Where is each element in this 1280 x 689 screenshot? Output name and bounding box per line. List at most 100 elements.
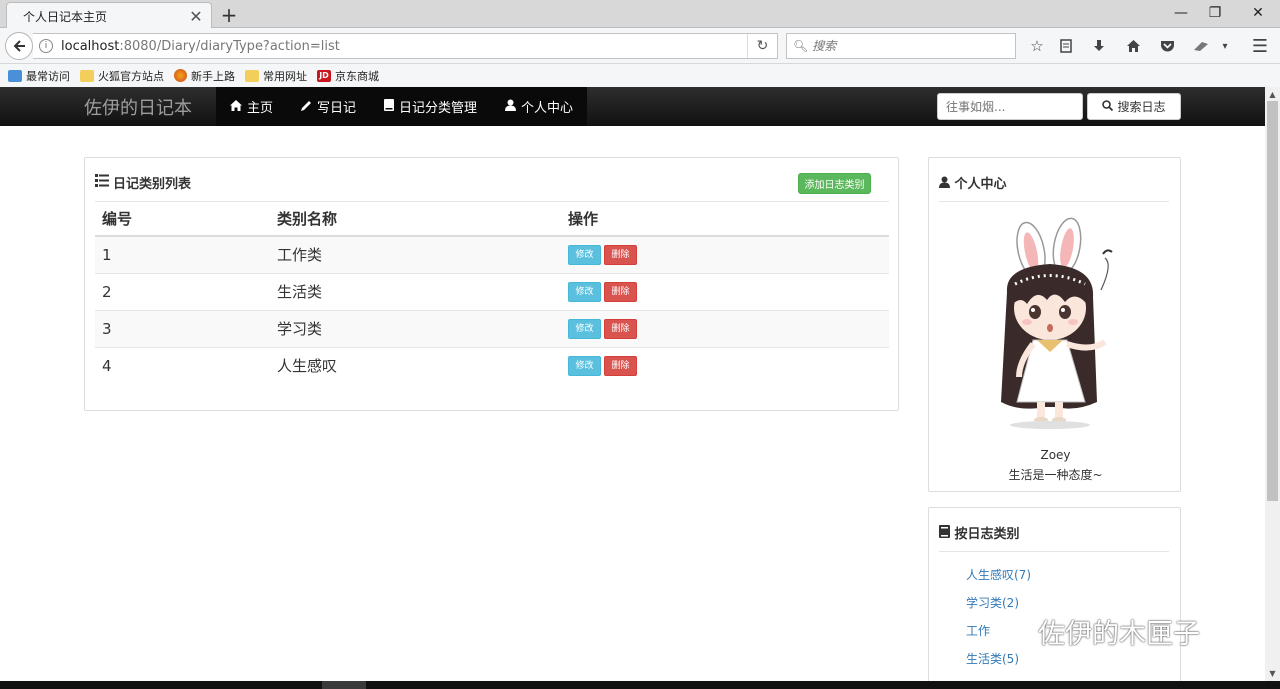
nav-label: 日记分类管理: [399, 101, 478, 116]
bookmark-label: 京东商城: [335, 69, 379, 83]
home-icon[interactable]: [1122, 36, 1144, 56]
scroll-down-arrow-icon[interactable]: ▼: [1265, 666, 1280, 681]
profile-nickname: Zoey: [1040, 448, 1071, 462]
diary-type-panel: 按日志类别 人生感叹(7) 学习类(2) 工作 生活类(5): [928, 507, 1181, 687]
extension-icon[interactable]: [1190, 36, 1212, 56]
search-button-label: 搜索日志: [1117, 100, 1166, 114]
diary-search-button[interactable]: 搜索日志: [1087, 93, 1181, 120]
site-navbar: 佐伊的日记本 主页 写日记 日记分类管理 个人中心 往事如烟... 搜索日志: [0, 87, 1265, 126]
category-name: 生活类: [270, 272, 561, 310]
bookmarks-bar: 最常访问 火狐官方站点 新手上路 常用网址 JD 京东商城: [0, 64, 1280, 87]
search-icon: [1102, 99, 1114, 114]
page-scrollbar[interactable]: ▲ ▼: [1265, 87, 1280, 681]
category-id: 4: [95, 346, 270, 384]
category-table: 编号 类别名称 操作 1 工作类 修改 删除 2 生活类 修改 删除 3 学习类…: [95, 202, 889, 384]
dropdown-arrow-icon[interactable]: ▾: [1214, 36, 1236, 56]
panel-title: 日记类别列表: [95, 173, 191, 192]
edit-button[interactable]: 修改: [568, 244, 601, 265]
delete-button[interactable]: 删除: [604, 355, 637, 376]
profile-title-text: 个人中心: [954, 177, 1007, 192]
browser-search-box[interactable]: 🔍︎: [786, 33, 1016, 59]
close-tab-icon[interactable]: ✕: [189, 7, 203, 26]
bookmark-item[interactable]: 新手上路: [174, 68, 235, 84]
category-name: 人生感叹: [270, 346, 561, 384]
url-host: localhost: [61, 38, 120, 54]
divider: [939, 551, 1169, 552]
nav-menu: 主页 写日记 日记分类管理 个人中心: [216, 87, 588, 126]
delete-button[interactable]: 删除: [604, 281, 637, 302]
divider: [939, 201, 1169, 202]
category-id: 2: [95, 272, 270, 310]
avatar: [955, 212, 1155, 444]
category-id: 3: [95, 309, 270, 347]
jd-icon: JD: [317, 69, 331, 82]
nav-label: 个人中心: [521, 101, 574, 116]
scroll-up-arrow-icon[interactable]: ▲: [1265, 87, 1280, 102]
column-header: 编号: [95, 202, 270, 237]
category-name: 工作类: [270, 235, 561, 273]
user-icon: [505, 99, 517, 114]
table-header-row: 编号 类别名称 操作: [95, 202, 889, 237]
new-tab-icon[interactable]: +: [218, 3, 240, 27]
menu-icon[interactable]: ☰: [1249, 36, 1271, 57]
wechat-icon: [992, 615, 1032, 649]
table-row: 1 工作类 修改 删除: [95, 235, 889, 273]
delete-button[interactable]: 删除: [604, 318, 637, 339]
nav-item-write[interactable]: 写日记: [287, 87, 370, 126]
reload-icon[interactable]: ↻: [747, 34, 777, 58]
bookmark-item[interactable]: 最常访问: [8, 68, 70, 84]
edit-button[interactable]: 修改: [568, 318, 601, 339]
restore-icon[interactable]: ❐: [1200, 5, 1230, 21]
list-icon: [95, 174, 109, 191]
bookmark-item[interactable]: 火狐官方站点: [80, 68, 164, 84]
frequent-sites-icon: [8, 69, 22, 82]
scroll-thumb[interactable]: [1267, 101, 1278, 501]
nav-item-home[interactable]: 主页: [216, 87, 287, 126]
browser-tab-strip: 个人日记本主页 ✕ + — ❐ ✕: [0, 0, 1280, 29]
firefox-icon: [174, 69, 187, 82]
add-category-button[interactable]: 添加日志类别: [798, 173, 871, 194]
reading-list-icon[interactable]: [1055, 36, 1077, 56]
pencil-icon: [301, 100, 312, 114]
download-icon[interactable]: [1088, 36, 1110, 56]
minimize-icon[interactable]: —: [1166, 5, 1196, 21]
back-arrow-icon[interactable]: [5, 32, 33, 60]
browser-search-input[interactable]: [812, 39, 1003, 53]
search-icon: 🔍︎: [793, 39, 809, 53]
site-info-icon[interactable]: i: [39, 39, 53, 53]
book-icon: [384, 99, 395, 114]
home-icon: [230, 99, 242, 114]
panel-title-text: 日记类别列表: [113, 177, 192, 192]
diary-type-title-text: 按日志类别: [954, 527, 1020, 542]
bookmark-item[interactable]: JD 京东商城: [317, 68, 379, 84]
table-row: 4 人生感叹 修改 删除: [95, 346, 889, 384]
diary-type-link[interactable]: 生活类(5): [966, 650, 1031, 678]
nav-label: 写日记: [317, 101, 357, 116]
browser-tab[interactable]: 个人日记本主页 ✕: [6, 2, 212, 29]
taskbar-item[interactable]: [322, 681, 366, 689]
site-brand[interactable]: 佐伊的日记本: [84, 94, 192, 120]
edit-button[interactable]: 修改: [568, 281, 601, 302]
window-close-icon[interactable]: ✕: [1243, 5, 1273, 21]
delete-button[interactable]: 删除: [604, 244, 637, 265]
nav-item-category[interactable]: 日记分类管理: [370, 87, 491, 126]
diary-search-input[interactable]: [937, 93, 1083, 120]
actions-cell: 修改 删除: [561, 346, 889, 384]
os-taskbar: [0, 681, 1280, 689]
watermark-text: 佐伊的木匣子: [1038, 619, 1200, 650]
nav-label: 主页: [247, 101, 274, 116]
folder-icon: [80, 69, 94, 82]
profile-panel-title: 个人中心: [939, 173, 1007, 192]
diary-type-link[interactable]: 人生感叹(7): [966, 566, 1031, 594]
column-header: 类别名称: [270, 202, 561, 237]
nav-item-profile[interactable]: 个人中心: [491, 87, 587, 126]
bookmark-item[interactable]: 常用网址: [245, 68, 307, 84]
pocket-icon[interactable]: [1156, 36, 1178, 56]
edit-button[interactable]: 修改: [568, 355, 601, 376]
table-row: 2 生活类 修改 删除: [95, 272, 889, 310]
bookmark-label: 火狐官方站点: [98, 69, 164, 83]
bookmark-star-icon[interactable]: ☆: [1026, 36, 1048, 56]
address-bar[interactable]: i localhost:8080/Diary/diaryType?action=…: [33, 33, 778, 59]
table-row: 3 学习类 修改 删除: [95, 309, 889, 347]
category-list-panel: 日记类别列表 添加日志类别 编号 类别名称 操作 1 工作类 修改 删除 2 生活…: [84, 157, 899, 411]
